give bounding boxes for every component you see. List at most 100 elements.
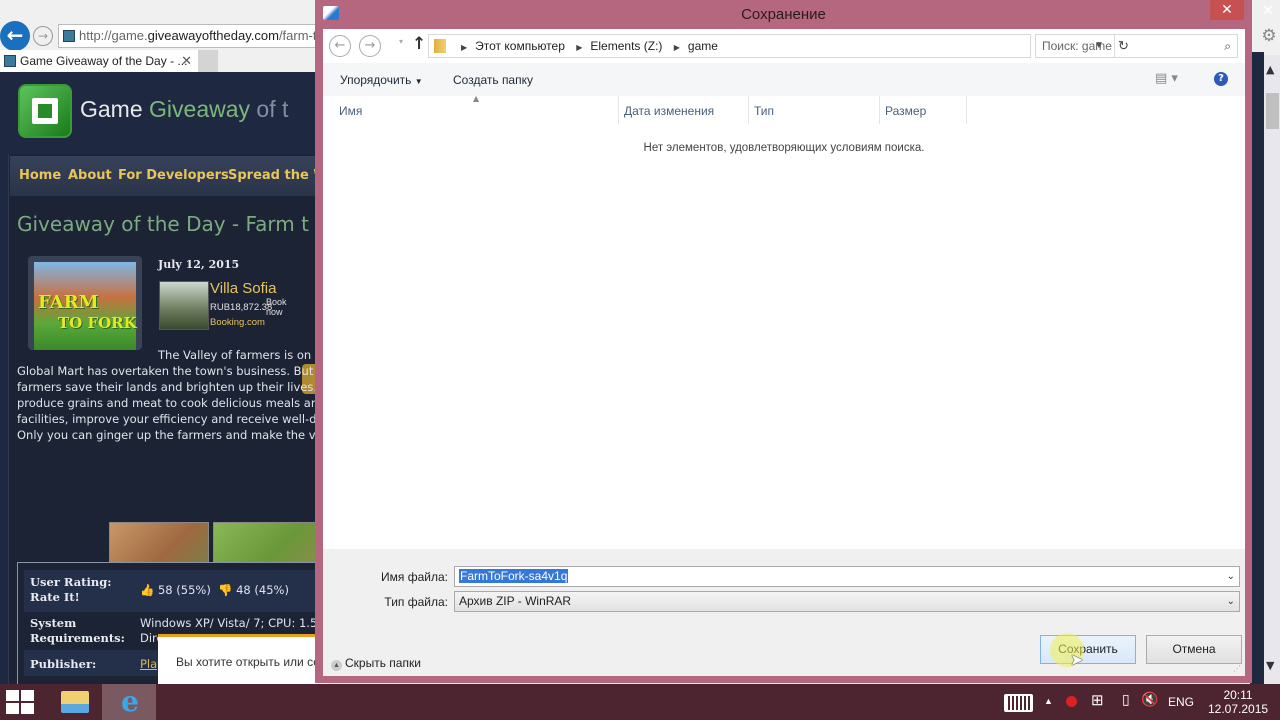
game-logo-farm: FARM [38, 292, 99, 313]
column-header-name[interactable]: Имя [333, 104, 362, 124]
site-favicon-icon [63, 30, 75, 42]
giveaway-date: July 12, 2015 [158, 258, 240, 271]
rating-values: 👍 58 (55%) 👎 48 (45%) [140, 583, 289, 597]
nav-for-developers[interactable]: For Developers [118, 168, 229, 183]
touch-keyboard-icon[interactable] [1004, 694, 1033, 712]
site-title-part-1: Game [80, 96, 150, 122]
scroll-thumb[interactable] [1266, 93, 1279, 129]
column-header-date[interactable]: Дата изменения [618, 104, 714, 124]
taskbar-explorer[interactable] [47, 684, 101, 720]
nav-spread-the-word[interactable]: Spread the W [228, 168, 320, 183]
action-center-icon[interactable]: ⊞ [1091, 691, 1104, 709]
publisher-label: Publisher: [30, 657, 97, 671]
breadcrumb-item[interactable]: game [688, 39, 718, 53]
new-folder-button[interactable]: Создать папку [453, 73, 533, 87]
file-list[interactable]: ▲ Имя Дата изменения Тип Размер Нет элем… [323, 94, 1245, 549]
site-logo-icon[interactable] [18, 84, 72, 138]
clock[interactable]: 20:11 12.07.2015 [1208, 688, 1268, 716]
scroll-up-icon[interactable]: ▲ [1266, 63, 1274, 76]
chevron-down-icon[interactable]: ⌄ [1227, 567, 1235, 586]
ad-hotel-image[interactable] [159, 281, 209, 330]
up-button[interactable]: ↑ [412, 34, 426, 54]
breadcrumb-item[interactable]: Elements (Z:) [590, 39, 662, 53]
hide-folders-label: Скрыть папки [345, 656, 421, 670]
resize-grip-icon[interactable]: ⋰ [1233, 664, 1241, 673]
description-line: produce grains and meat to cook deliciou… [17, 396, 317, 410]
navigation-bar: ← → ▾ ↑ ▶ Этот компьютер ▶ Elements (Z:) ▶… [323, 29, 1245, 63]
description-line: farmers save their lands and brighten up… [17, 380, 317, 394]
gear-icon[interactable]: ⚙ [1259, 26, 1279, 46]
description-line: The Valley of farmers is on t [158, 348, 317, 362]
tab-favicon-icon [4, 55, 16, 67]
clock-date: 12.07.2015 [1208, 702, 1269, 716]
browser-close-icon[interactable]: ✕ [1262, 3, 1274, 19]
game-cover-image[interactable]: FARM TO FORK [28, 256, 142, 350]
breadcrumb-separator-icon[interactable]: ▶ [461, 43, 467, 52]
tray-overflow-icon[interactable]: ▲ [1044, 696, 1053, 706]
volume-muted-icon[interactable]: 🔇 [1141, 691, 1158, 708]
help-icon[interactable]: ? [1214, 72, 1228, 86]
search-input[interactable]: Поиск: game ⌕ [1035, 34, 1238, 58]
start-button[interactable] [6, 690, 36, 716]
nav-about[interactable]: About [68, 168, 112, 183]
browser-back-button[interactable]: ← [0, 21, 30, 51]
recent-locations-dropdown[interactable]: ▾ [399, 37, 403, 46]
forward-button[interactable]: → [359, 35, 381, 57]
taskbar-internet-explorer[interactable]: e [102, 684, 156, 720]
game-logo-fork: TO FORK [58, 314, 137, 332]
ad-title[interactable]: Villa Sofia [210, 280, 276, 297]
breadcrumb-item[interactable]: Этот компьютер [475, 39, 565, 53]
search-icon[interactable]: ⌕ [1224, 35, 1231, 57]
filename-input[interactable]: FarmToFork-sa4v1q ⌄ [454, 566, 1240, 587]
thumbs-up-icon[interactable]: 👍 [140, 583, 154, 597]
folder-icon [434, 39, 446, 53]
organize-button[interactable]: Упорядочить ▼ [340, 73, 423, 87]
site-title[interactable]: Game Giveaway of t [80, 96, 288, 123]
chevron-down-icon[interactable]: ⌄ [1227, 592, 1235, 611]
column-header-size[interactable]: Размер [879, 104, 926, 124]
taskbar: e ▲ ⊞ ▯ 🔇 ENG 20:11 12.07.2015 [0, 684, 1280, 720]
breadcrumb-separator-icon[interactable]: ▶ [576, 43, 582, 52]
empty-folder-message: Нет элементов, удовлетворяющих условиям … [643, 142, 925, 154]
battery-icon[interactable]: ▯ [1122, 691, 1130, 708]
ad-source[interactable]: Booking.com [210, 317, 265, 328]
browser-tab[interactable]: Game Giveaway of the Day - ... ✕ [0, 50, 198, 72]
back-button[interactable]: ← [329, 35, 351, 57]
nav-home[interactable]: Home [19, 168, 61, 183]
cancel-button[interactable]: Отмена [1146, 635, 1242, 664]
game-description: The Valley of farmers is on t Global Mar… [17, 347, 317, 443]
mouse-pointer-icon: ➤ [1070, 650, 1084, 669]
tab-close-icon[interactable]: ✕ [181, 50, 192, 72]
scroll-down-icon[interactable]: ▼ [1266, 659, 1274, 672]
command-bar: Упорядочить ▼ Создать папку ▤ ▾ ? [323, 63, 1245, 96]
tab-title: Game Giveaway of the Day - ... [20, 54, 188, 68]
url-domain: giveawayoftheday.com [147, 28, 279, 43]
column-divider[interactable] [966, 96, 967, 124]
address-bar[interactable]: http://game.giveawayoftheday.com/farm-to [58, 24, 320, 48]
filetype-value: Архив ZIP - WinRAR [459, 594, 572, 608]
filetype-label: Тип файла: [384, 595, 448, 609]
thumbs-down-icon[interactable]: 👎 [218, 583, 232, 597]
browser-forward-button[interactable]: → [33, 26, 53, 46]
rating-label: User Rating: Rate It! [30, 575, 112, 604]
download-prompt: Вы хотите открыть или со [176, 655, 320, 669]
page-scrollbar[interactable]: ▲ ▼ [1264, 55, 1280, 684]
url-prefix: http://game. [79, 28, 148, 43]
column-header-type[interactable]: Тип [748, 104, 774, 124]
recording-icon[interactable] [1066, 696, 1077, 707]
save-options-panel: Имя файла: FarmToFork-sa4v1q ⌄ Тип файла… [323, 549, 1245, 676]
ad-price: RUB18,872.38 [210, 302, 273, 313]
sysreq-label: System Requirements: [30, 616, 125, 645]
breadcrumb[interactable]: ▶ Этот компьютер ▶ Elements (Z:) ▶ game ▼ ↻ [428, 34, 1129, 58]
filetype-select[interactable]: Архив ZIP - WinRAR ⌄ [454, 591, 1240, 612]
ad-book-now[interactable]: Book now [266, 297, 296, 317]
language-indicator[interactable]: ENG [1168, 695, 1194, 709]
page-edge [1250, 52, 1264, 684]
collapse-arrow-icon: ▲ [331, 660, 342, 671]
breadcrumb-separator-icon[interactable]: ▶ [674, 43, 680, 52]
new-tab-button[interactable] [198, 50, 218, 72]
view-options-icon[interactable]: ▤ ▾ [1155, 71, 1178, 86]
dialog-close-button[interactable]: ✕ [1210, 0, 1244, 20]
thumbs-up-count: 58 (55%) [157, 583, 211, 597]
hide-folders-toggle[interactable]: ▲ Скрыть папки [331, 656, 421, 671]
